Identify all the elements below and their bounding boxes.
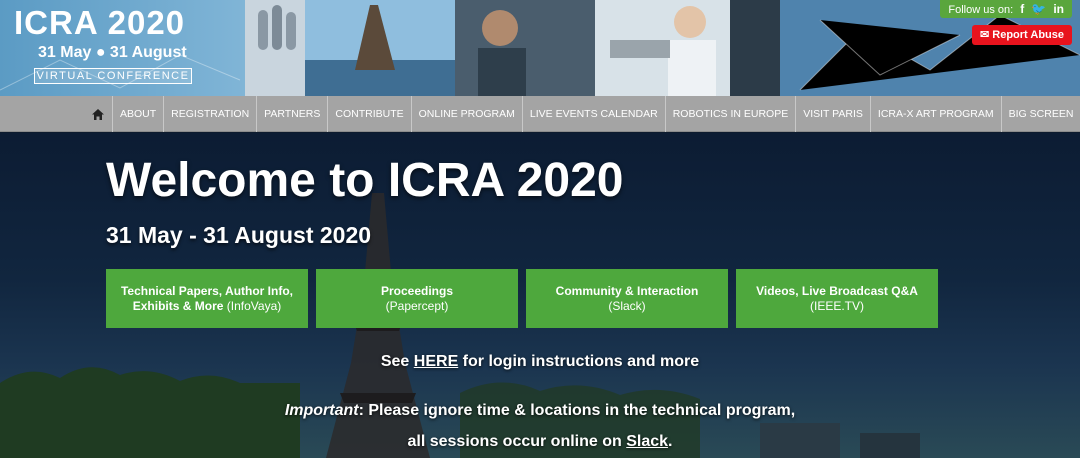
report-abuse-label: Report Abuse (992, 29, 1064, 41)
button-sublabel: (Slack) (608, 298, 646, 313)
follow-us-bar: Follow us on: f 🐦 in (940, 0, 1072, 18)
nav-registration[interactable]: REGISTRATION (164, 96, 258, 132)
sessions-notice: all sessions occur online on Slack. (0, 433, 1080, 451)
header-banner: ICRA 2020 31 May ● 31 August VIRTUAL CON… (0, 0, 1080, 96)
button-label: Community & Interaction (555, 283, 699, 298)
page-title: Welcome to ICRA 2020 (106, 154, 624, 207)
facebook-icon[interactable]: f (1020, 2, 1024, 16)
proceedings-button[interactable]: Proceedings (Papercept) (316, 269, 518, 328)
community-interaction-button[interactable]: Community & Interaction (Slack) (526, 269, 728, 328)
button-label-bold: Exhibits & More (132, 298, 224, 313)
button-label: Videos, Live Broadcast Q&A (756, 283, 918, 298)
logo-dates: 31 May ● 31 August (38, 44, 187, 61)
conference-logo[interactable]: ICRA 2020 31 May ● 31 August VIRTUAL CON… (0, 0, 235, 96)
button-label: Technical Papers, Author Info, (120, 283, 294, 298)
twitter-icon[interactable]: 🐦 (1031, 2, 1046, 16)
button-sublabel: (Papercept) (385, 298, 449, 313)
nav-robotics-in-europe[interactable]: ROBOTICS IN EUROPE (666, 96, 797, 132)
videos-broadcast-button[interactable]: Videos, Live Broadcast Q&A (IEEE.TV) (736, 269, 938, 328)
important-notice: Important: Please ignore time & location… (0, 402, 1080, 420)
logo-title: ICRA 2020 (14, 4, 186, 41)
nav-live-events-calendar[interactable]: LIVE EVENTS CALENDAR (523, 96, 666, 132)
hero-section: Welcome to ICRA 2020 31 May - 31 August … (0, 133, 1080, 458)
login-post-text: for login instructions and more (458, 353, 700, 370)
linkedin-icon[interactable]: in (1053, 2, 1064, 16)
report-abuse-button[interactable]: ✉ Report Abuse (972, 25, 1072, 45)
sessions-pre-text: all sessions occur online on (407, 433, 627, 450)
home-icon (92, 108, 104, 120)
button-sublabel: (IEEE.TV) (809, 298, 864, 313)
nav-about[interactable]: ABOUT (113, 96, 165, 132)
conference-dates: 31 May - 31 August 2020 (106, 222, 372, 248)
important-text: : Please ignore time & locations in the … (358, 402, 796, 419)
nav-partners[interactable]: PARTNERS (257, 96, 329, 132)
button-label: Proceedings (380, 283, 454, 298)
slack-link[interactable]: Slack (626, 433, 668, 450)
nav-contribute[interactable]: CONTRIBUTE (328, 96, 412, 132)
follow-label: Follow us on: (948, 4, 1014, 16)
login-pre-text: See (380, 353, 414, 370)
sessions-post-text: . (668, 433, 673, 450)
button-sublabel: (InfoVaya) (223, 298, 282, 313)
nav-online-program[interactable]: ONLINE PROGRAM (412, 96, 523, 132)
nav-big-screen[interactable]: BIG SCREEN (1002, 96, 1080, 132)
login-here-link[interactable]: HERE (414, 353, 458, 370)
technical-papers-button[interactable]: Technical Papers, Author Info, Exhibits … (106, 269, 308, 328)
nav-icra-x-art-program[interactable]: ICRA-X ART PROGRAM (871, 96, 1002, 132)
nav-home[interactable] (84, 96, 113, 132)
virtual-conference-badge: VIRTUAL CONFERENCE (34, 68, 192, 84)
important-label: Important (284, 402, 359, 419)
login-instructions-text: See HERE for login instructions and more (0, 353, 1080, 371)
nav-visit-paris[interactable]: VISIT PARIS (796, 96, 871, 132)
main-nav: ABOUT REGISTRATION PARTNERS CONTRIBUTE O… (0, 96, 1080, 132)
envelope-icon: ✉ (980, 29, 990, 41)
